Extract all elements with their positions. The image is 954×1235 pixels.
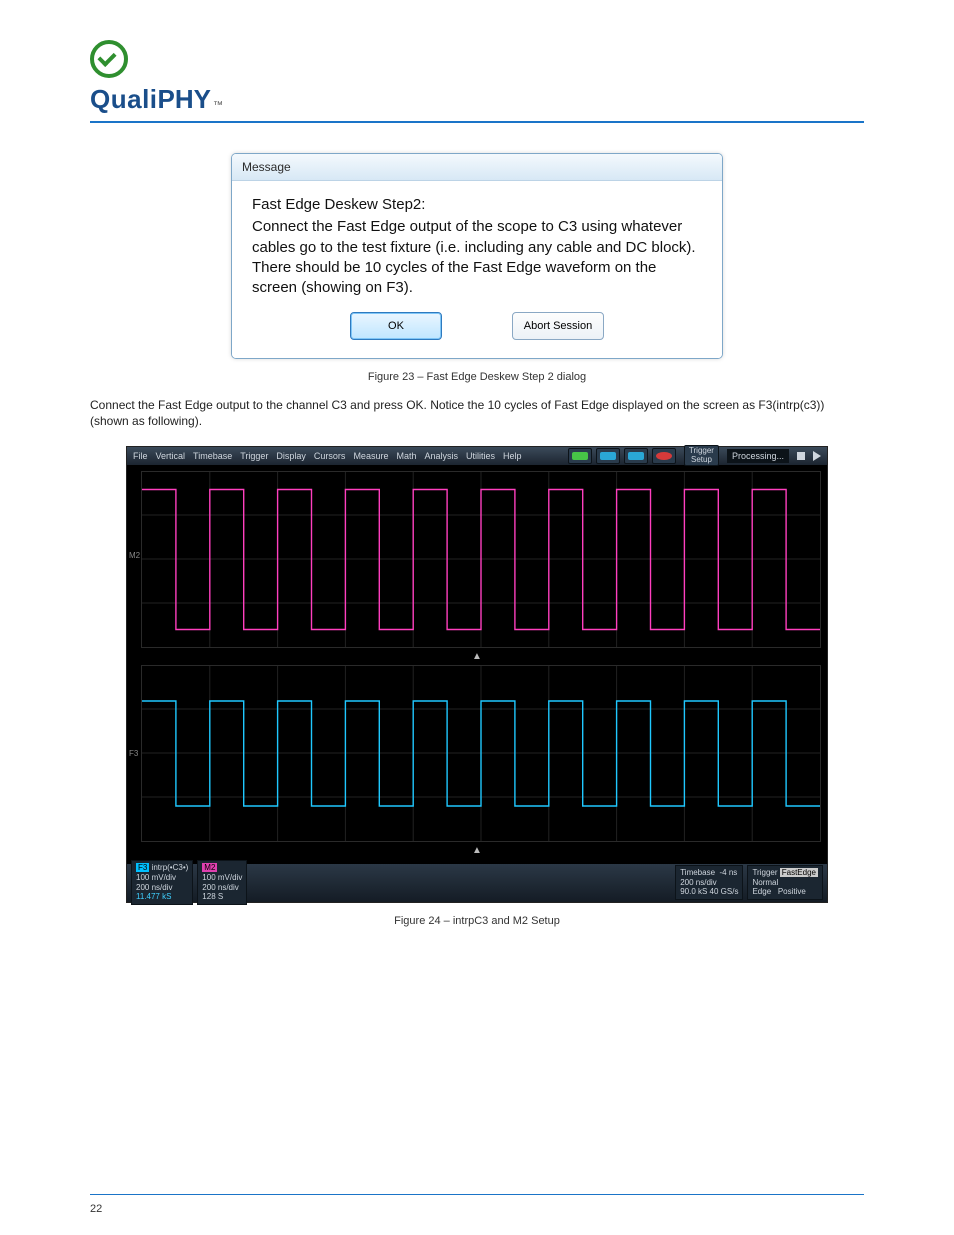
logo-trademark: ™ xyxy=(213,100,223,111)
menu-display[interactable]: Display xyxy=(276,451,306,461)
oscilloscope-screenshot: File Vertical Timebase Trigger Display C… xyxy=(126,446,828,903)
measure-icon[interactable] xyxy=(624,448,648,464)
status-timebase: Timebase -4 ns 200 ns/div 90.0 kS 40 GS/… xyxy=(675,865,743,900)
body-paragraph: Connect the Fast Edge output to the chan… xyxy=(90,397,864,429)
waveform-pane-f3 xyxy=(141,665,821,842)
axis-label-f3: F3 xyxy=(129,749,138,758)
dialog-titlebar: Message xyxy=(232,154,722,181)
dialog-body: Fast Edge Deskew Step2: Connect the Fast… xyxy=(232,181,722,304)
menu-math[interactable]: Math xyxy=(396,451,416,461)
footer-divider xyxy=(90,1194,864,1195)
trigger-marker-bottom: ▲ xyxy=(472,845,482,856)
status-ch-m2: M2 100 mV/div 200 ns/div 128 S xyxy=(197,860,247,904)
menu-timebase[interactable]: Timebase xyxy=(193,451,232,461)
figure-caption-scope: Figure 24 – intrpC3 and M2 Setup xyxy=(90,915,864,927)
menu-utilities[interactable]: Utilities xyxy=(466,451,495,461)
scope-toolbar-icons xyxy=(568,448,676,464)
logo-text-quali: Quali xyxy=(90,84,158,115)
scope-menubar: File Vertical Timebase Trigger Display C… xyxy=(127,447,827,465)
status-trigger: Trigger FastEdge Normal Edge Positive xyxy=(747,865,823,900)
zoom-icon[interactable] xyxy=(596,448,620,464)
scope-statusbar: F3 intrp(•C3•) 100 mV/div 200 ns/div 11.… xyxy=(127,864,827,902)
trigger-setup-button[interactable]: Trigger Setup xyxy=(684,445,719,467)
menu-analysis[interactable]: Analysis xyxy=(424,451,458,461)
dialog-line-1: Fast Edge Deskew Step2: xyxy=(252,195,702,215)
ok-button[interactable]: OK xyxy=(350,312,442,340)
menu-vertical[interactable]: Vertical xyxy=(156,451,186,461)
menu-measure[interactable]: Measure xyxy=(353,451,388,461)
trace-m2 xyxy=(142,489,820,629)
header-logo: Quali PHY ™ xyxy=(90,40,864,115)
record-icon[interactable] xyxy=(652,448,676,464)
play-icon[interactable] xyxy=(813,451,821,461)
trigger-marker-top: ▲ xyxy=(472,651,482,662)
abort-session-button[interactable]: Abort Session xyxy=(512,312,604,340)
menu-help[interactable]: Help xyxy=(503,451,522,461)
dialog-line-2: Connect the Fast Edge output of the scop… xyxy=(252,217,702,298)
waveform-area: M2 F3 ▲ xyxy=(127,465,827,862)
waveform-pane-m2 xyxy=(141,471,821,648)
menu-trigger[interactable]: Trigger xyxy=(240,451,268,461)
logo-text-phy: PHY xyxy=(158,84,211,115)
page-number: 22 xyxy=(90,1203,102,1215)
figure-caption-dialog: Figure 23 – Fast Edge Deskew Step 2 dial… xyxy=(90,371,864,383)
axis-label-m2: M2 xyxy=(129,551,140,560)
trace-f3 xyxy=(142,701,820,806)
qualiphy-checkmark-icon xyxy=(90,40,128,78)
menu-cursors[interactable]: Cursors xyxy=(314,451,346,461)
stop-icon[interactable] xyxy=(797,452,805,460)
menu-file[interactable]: File xyxy=(133,451,148,461)
status-ch-f3: F3 intrp(•C3•) 100 mV/div 200 ns/div 11.… xyxy=(131,860,193,904)
message-dialog: Message Fast Edge Deskew Step2: Connect … xyxy=(231,153,723,359)
autoset-icon[interactable] xyxy=(568,448,592,464)
processing-indicator: Processing... xyxy=(727,449,789,463)
